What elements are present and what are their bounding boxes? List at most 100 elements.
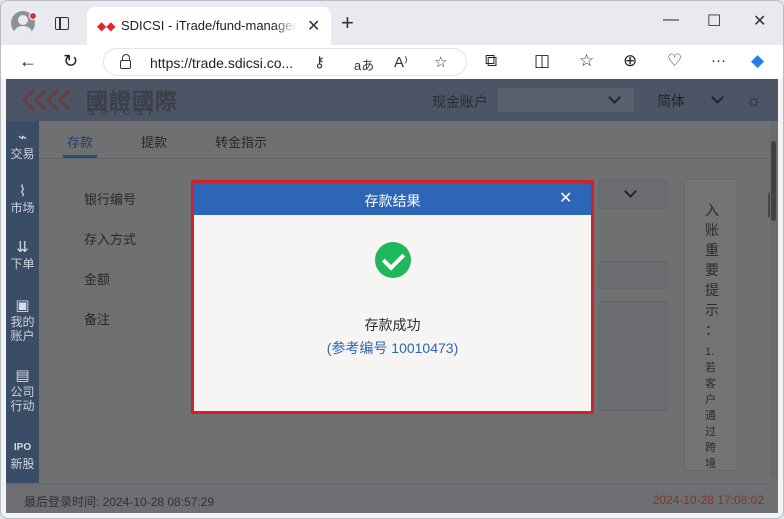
amount-input[interactable] bbox=[599, 261, 667, 289]
notice-char: 示 bbox=[705, 302, 719, 318]
status-footer: 最后登录时间: 2024-10-28 08:57:29 2024-10-28 1… bbox=[6, 483, 778, 513]
back-button[interactable]: ← bbox=[19, 50, 37, 72]
lock-icon[interactable] bbox=[120, 54, 131, 69]
page-scroll-thumb[interactable] bbox=[771, 141, 776, 221]
trade-icon: ⌁ bbox=[17, 129, 28, 146]
translate-icon[interactable]: aあ bbox=[354, 55, 374, 74]
remark-label: 备注 bbox=[84, 312, 111, 327]
notice-char: 跨 bbox=[705, 442, 716, 454]
last-login-text: 最后登录时间: 2024-10-28 08:57:29 bbox=[24, 495, 215, 509]
theme-toggle-icon[interactable]: ☼ bbox=[746, 91, 762, 111]
read-aloud-icon[interactable]: A⁾ bbox=[394, 53, 408, 71]
sidebar-item-ipo[interactable]: IPO 新股 bbox=[6, 441, 39, 471]
notification-dot bbox=[29, 12, 37, 20]
dialog-header: 存款结果 ✕ bbox=[194, 183, 591, 215]
tab-title: SDICSI - iTrade/fund-management bbox=[121, 18, 297, 33]
maximize-button[interactable]: ☐ bbox=[707, 11, 721, 31]
building-icon: ▤ bbox=[15, 367, 30, 384]
notice-char: 1. bbox=[705, 346, 715, 358]
favorites-icon[interactable]: ☆ bbox=[579, 50, 594, 72]
amount-label: 金额 bbox=[84, 272, 111, 287]
sidebar-item-order[interactable]: ⇊ 下单 bbox=[6, 239, 39, 271]
notice-char: 若 bbox=[705, 362, 716, 374]
deposit-notice-panel: 入 账 重 要 提 示 ： 1. 若 客 户 通 过 跨 境 bbox=[684, 179, 738, 471]
chevron-down-icon bbox=[711, 91, 724, 104]
deposit-result-dialog: 存款结果 ✕ 存款成功 (参考编号 10010473) bbox=[191, 180, 594, 414]
wallet-icon: ▣ bbox=[15, 297, 30, 314]
chevron-down-icon bbox=[624, 185, 637, 198]
collections-icon[interactable]: ⊕ bbox=[623, 50, 637, 72]
sidebar-item-label: 市场 bbox=[10, 201, 35, 215]
bank-code-select[interactable] bbox=[599, 179, 667, 209]
browser-window: ◆◆ SDICSI - iTrade/fund-management ✕ + —… bbox=[0, 0, 784, 519]
notice-char: 账 bbox=[705, 222, 719, 238]
notice-char: 提 bbox=[705, 282, 719, 298]
page-scrollbar[interactable] bbox=[770, 121, 778, 477]
active-tab-indicator bbox=[63, 155, 97, 158]
url-text[interactable]: https://trade.sdicsi.co... bbox=[150, 55, 293, 71]
tab-strip: ◆◆ SDICSI - iTrade/fund-management ✕ + —… bbox=[1, 1, 783, 45]
address-bar[interactable]: https://trade.sdicsi.co... ⚷ aあ A⁾ ☆ bbox=[103, 48, 467, 76]
tab-transfer-instruction[interactable]: 转金指示 bbox=[215, 132, 267, 151]
copilot-icon[interactable]: ◆ bbox=[751, 50, 764, 72]
notice-text: 入 账 重 要 提 示 ： 1. 若 客 户 通 过 跨 境 bbox=[705, 200, 721, 472]
extensions-icon[interactable]: ⧉ bbox=[485, 50, 497, 72]
reference-number: (参考编号 10010473) bbox=[326, 340, 459, 356]
more-menu-icon[interactable]: ··· bbox=[711, 50, 726, 72]
tab-close-icon[interactable]: ✕ bbox=[307, 16, 320, 36]
language-value: 简体 bbox=[657, 93, 685, 109]
tab-actions-icon[interactable] bbox=[55, 17, 69, 30]
deposit-method-label: 存入方式 bbox=[84, 232, 137, 247]
notice-char: ： bbox=[705, 322, 719, 338]
app-header: 國證國際 SDICSI 现金账户 简体 ☼ bbox=[6, 79, 778, 121]
browser-toolbar: ← ↻ https://trade.sdicsi.co... ⚷ aあ A⁾ ☆… bbox=[1, 45, 783, 79]
active-tab[interactable]: ◆◆ SDICSI - iTrade/fund-management ✕ bbox=[87, 7, 331, 45]
notice-char: 境 bbox=[705, 458, 716, 470]
new-tab-button[interactable]: + bbox=[341, 10, 354, 36]
sidebar-item-corporate-action[interactable]: ▤ 公司行动 bbox=[6, 367, 39, 413]
minimize-button[interactable]: — bbox=[663, 11, 679, 29]
notice-char: 入 bbox=[705, 202, 719, 218]
ipo-icon: IPO bbox=[13, 442, 32, 453]
fund-tabs: 存款 提款 转金指示 bbox=[39, 121, 770, 159]
success-check-icon bbox=[375, 242, 411, 278]
site-favicon-icon: ◆◆ bbox=[97, 19, 116, 33]
notice-char: 客 bbox=[705, 378, 716, 390]
order-icon: ⇊ bbox=[16, 239, 29, 256]
sidebar: ⌁ 交易 ⌇ 市场 ⇊ 下单 ▣ 我的账户 ▤ 公司行动 IPO 新股 bbox=[6, 121, 39, 513]
health-icon[interactable]: ♡ bbox=[667, 50, 682, 72]
refresh-button[interactable]: ↻ bbox=[63, 50, 78, 72]
dialog-title: 存款结果 bbox=[364, 193, 421, 209]
sidebar-item-my-account[interactable]: ▣ 我的账户 bbox=[6, 297, 39, 343]
sidebar-item-market[interactable]: ⌇ 市场 bbox=[6, 183, 39, 215]
split-screen-icon[interactable]: ◫ bbox=[534, 50, 550, 72]
key-icon[interactable]: ⚷ bbox=[314, 53, 325, 71]
account-type-label: 现金账户 bbox=[432, 94, 488, 110]
market-icon: ⌇ bbox=[18, 183, 27, 200]
tab-withdraw[interactable]: 提款 bbox=[141, 132, 167, 151]
brand-logo-icon bbox=[22, 90, 72, 110]
notice-char: 户 bbox=[705, 394, 716, 406]
account-select[interactable] bbox=[498, 88, 634, 112]
remark-textarea[interactable] bbox=[599, 301, 667, 411]
sidebar-item-label: 交易 bbox=[10, 147, 35, 161]
sidebar-item-label: 公司行动 bbox=[10, 385, 35, 413]
notice-char: 重 bbox=[705, 242, 719, 258]
notice-char: 通 bbox=[705, 410, 716, 422]
bank-code-label: 银行编号 bbox=[84, 192, 137, 207]
brand-name-english: SDICSI bbox=[88, 107, 158, 118]
chevron-down-icon bbox=[608, 91, 621, 104]
notice-char: 要 bbox=[705, 262, 719, 278]
language-select[interactable]: 简体 bbox=[649, 88, 733, 112]
favorite-star-icon[interactable]: ☆ bbox=[434, 53, 447, 71]
success-message: 存款成功 bbox=[364, 317, 421, 333]
clock-text: 2024-10-28 17:08:02 bbox=[652, 493, 764, 507]
dialog-close-icon[interactable]: ✕ bbox=[559, 188, 572, 208]
sidebar-item-label: 我的账户 bbox=[10, 315, 35, 343]
notice-char: 过 bbox=[705, 426, 716, 438]
sidebar-item-label: 下单 bbox=[10, 257, 35, 271]
window-close-button[interactable]: ✕ bbox=[753, 11, 766, 31]
sidebar-item-label: 新股 bbox=[10, 457, 35, 471]
sidebar-item-trade[interactable]: ⌁ 交易 bbox=[6, 129, 39, 161]
tab-deposit[interactable]: 存款 bbox=[67, 132, 93, 151]
